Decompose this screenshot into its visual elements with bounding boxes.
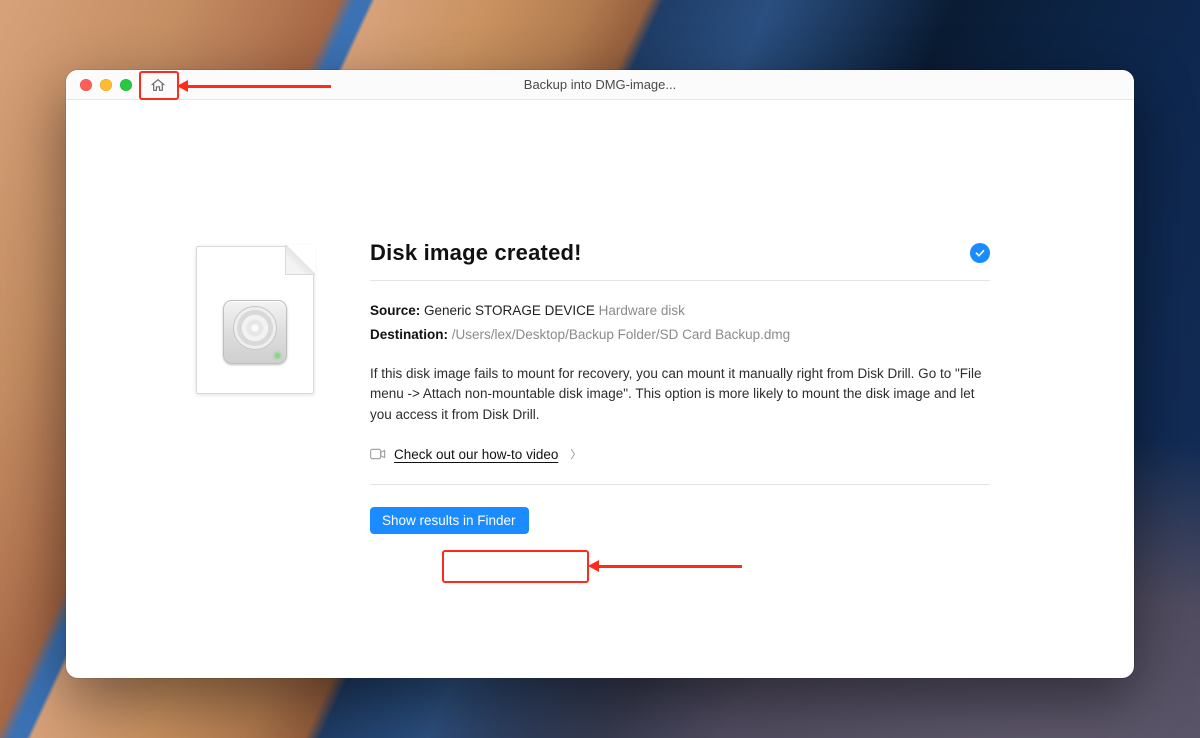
titlebar: Backup into DMG-image... [66, 70, 1134, 100]
zoom-window-button[interactable] [120, 79, 132, 91]
result-panel: Disk image created! Source: Generic STOR… [370, 240, 990, 534]
home-icon [150, 77, 166, 93]
destination-label: Destination: [370, 327, 448, 342]
panel-header: Disk image created! [370, 240, 990, 281]
destination-row: Destination: /Users/lex/Desktop/Backup F… [370, 325, 990, 345]
show-results-in-finder-button[interactable]: Show results in Finder [370, 507, 529, 534]
minimize-window-button[interactable] [100, 79, 112, 91]
source-suffix: Hardware disk [599, 303, 685, 318]
close-window-button[interactable] [80, 79, 92, 91]
source-row: Source: Generic STORAGE DEVICE Hardware … [370, 301, 990, 321]
panel-heading: Disk image created! [370, 240, 582, 266]
source-value: Generic STORAGE DEVICE [424, 303, 595, 318]
app-window: Backup into DMG-image... Disk image crea… [66, 70, 1134, 678]
content-area: Disk image created! Source: Generic STOR… [66, 100, 1134, 534]
disk-image-document-icon [196, 246, 314, 394]
actions-row: Show results in Finder [370, 507, 990, 534]
success-check-icon [970, 243, 990, 263]
destination-value: /Users/lex/Desktop/Backup Folder/SD Card… [452, 327, 790, 342]
source-label: Source: [370, 303, 420, 318]
video-camera-icon [370, 448, 386, 460]
help-text: If this disk image fails to mount for re… [370, 364, 990, 427]
window-title: Backup into DMG-image... [524, 77, 676, 92]
howto-video-row: Check out our how-to video 〉 [370, 446, 990, 485]
window-controls [80, 79, 132, 91]
howto-video-link[interactable]: Check out our how-to video [394, 447, 558, 462]
home-button[interactable] [146, 73, 170, 97]
chevron-right-icon: 〉 [570, 446, 581, 462]
info-block: Source: Generic STORAGE DEVICE Hardware … [370, 301, 990, 346]
